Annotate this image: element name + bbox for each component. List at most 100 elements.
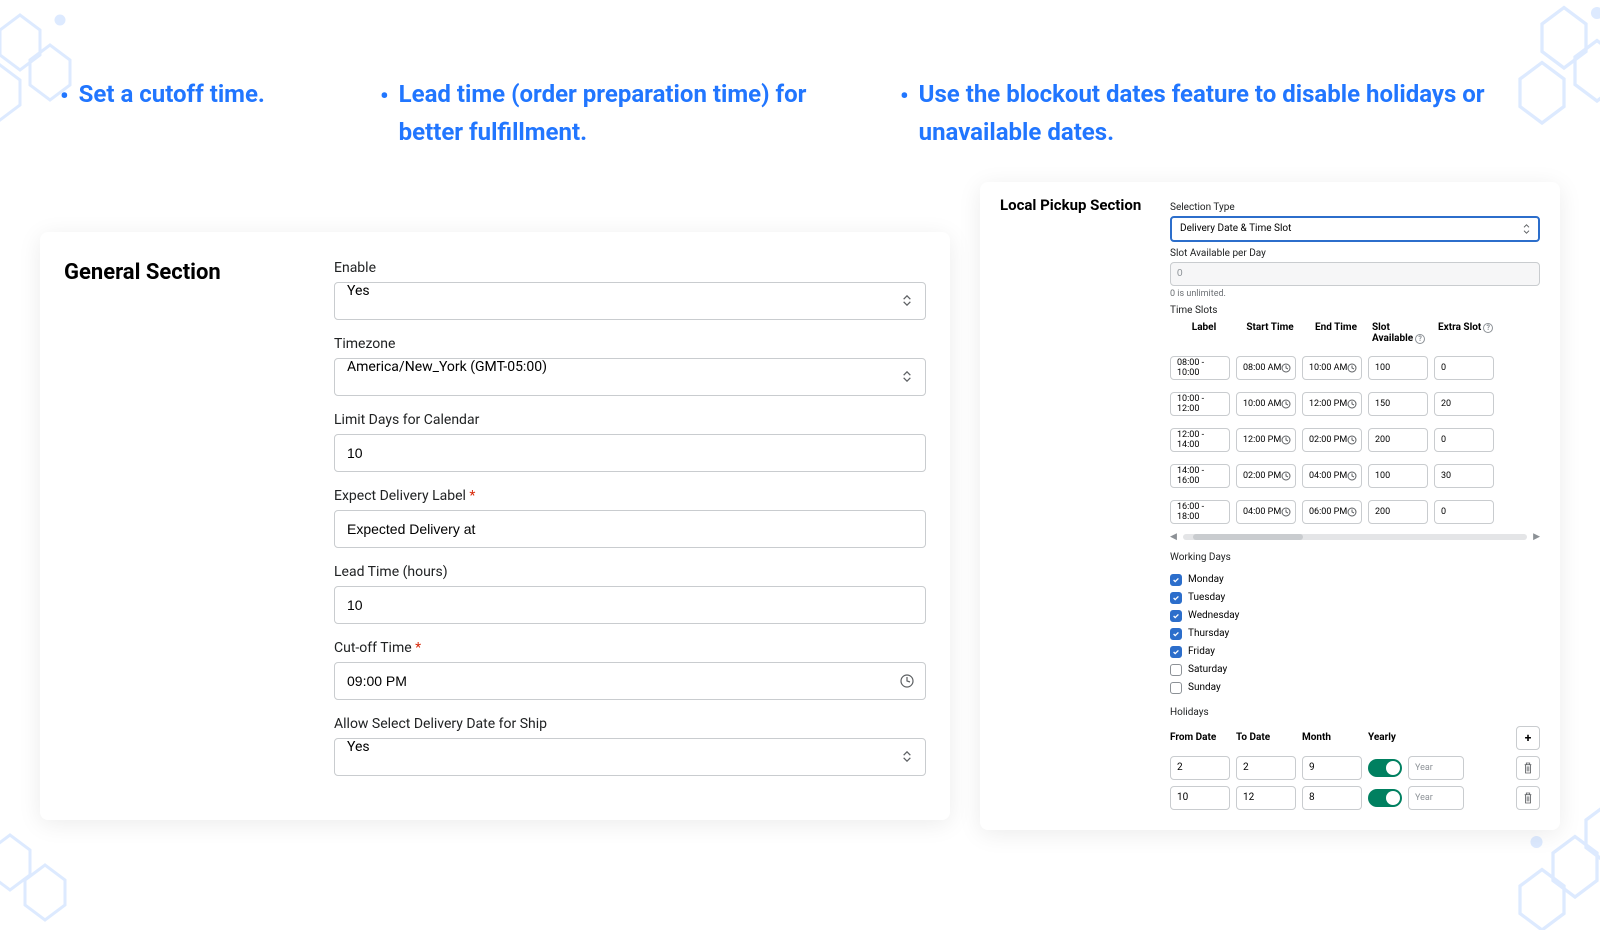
- day-row: Saturday: [1170, 661, 1540, 679]
- slot-row: 08:00 - 10:0008:00 AM10:00 AM1000: [1170, 356, 1540, 380]
- slot-end-input[interactable]: 12:00 PM: [1302, 392, 1362, 416]
- slot-start-input[interactable]: 12:00 PM: [1236, 428, 1296, 452]
- slot-available-input[interactable]: 150: [1368, 392, 1428, 416]
- allow-ship-select[interactable]: Yes: [334, 738, 926, 776]
- bullet-text: Lead time (order preparation time) for b…: [399, 75, 860, 152]
- selection-type-label: Selection Type: [1170, 202, 1540, 213]
- selection-type-select[interactable]: Delivery Date & Time Slot: [1170, 216, 1540, 242]
- general-section-panel: General Section Enable Yes Timezone Amer…: [40, 232, 950, 820]
- slot-label-input[interactable]: 14:00 - 16:00: [1170, 464, 1230, 488]
- day-label: Tuesday: [1188, 592, 1225, 603]
- day-checkbox[interactable]: [1170, 682, 1182, 694]
- general-section-title: General Section: [64, 260, 304, 792]
- slot-end-input[interactable]: 06:00 PM: [1302, 500, 1362, 524]
- working-days-label: Working Days: [1170, 552, 1540, 563]
- holiday-from-input[interactable]: 2: [1170, 756, 1230, 780]
- scroll-right-icon[interactable]: ▶: [1533, 532, 1540, 542]
- slot-extra-input[interactable]: 0: [1434, 356, 1494, 380]
- slot-available-input[interactable]: 200: [1368, 428, 1428, 452]
- clock-icon: [1347, 471, 1357, 481]
- clock-icon: [1347, 363, 1357, 373]
- slot-start-input[interactable]: 10:00 AM: [1236, 392, 1296, 416]
- limit-days-input[interactable]: [334, 434, 926, 472]
- clock-icon: [1281, 435, 1291, 445]
- slot-start-input[interactable]: 02:00 PM: [1236, 464, 1296, 488]
- day-row: Tuesday: [1170, 589, 1540, 607]
- day-checkbox[interactable]: [1170, 628, 1182, 640]
- holiday-to-input[interactable]: 2: [1236, 756, 1296, 780]
- slot-available-input[interactable]: 200: [1368, 500, 1428, 524]
- day-row: Sunday: [1170, 679, 1540, 697]
- help-icon[interactable]: ?: [1415, 334, 1425, 344]
- holiday-from-input[interactable]: 10: [1170, 786, 1230, 810]
- decoration-hexagons: [1410, 0, 1600, 200]
- holiday-yearly-toggle[interactable]: [1368, 789, 1402, 807]
- slot-end-input[interactable]: 02:00 PM: [1302, 428, 1362, 452]
- help-icon[interactable]: ?: [1483, 323, 1493, 333]
- day-row: Friday: [1170, 643, 1540, 661]
- holiday-to-input[interactable]: 12: [1236, 786, 1296, 810]
- day-checkbox[interactable]: [1170, 664, 1182, 676]
- decoration-hexagons: [1410, 710, 1600, 930]
- slot-end-input[interactable]: 04:00 PM: [1302, 464, 1362, 488]
- local-pickup-title: Local Pickup Section: [1000, 196, 1150, 802]
- enable-label: Enable: [334, 260, 926, 276]
- expect-delivery-input[interactable]: [334, 510, 926, 548]
- clock-icon: [1347, 435, 1357, 445]
- clock-icon: [1281, 471, 1291, 481]
- enable-select[interactable]: Yes: [334, 282, 926, 320]
- clock-icon: [1347, 507, 1357, 517]
- clock-icon: [1281, 507, 1291, 517]
- clock-icon: [1281, 363, 1291, 373]
- day-label: Saturday: [1188, 664, 1227, 675]
- clock-icon: [1281, 399, 1291, 409]
- limit-days-label: Limit Days for Calendar: [334, 412, 926, 428]
- day-checkbox[interactable]: [1170, 592, 1182, 604]
- slot-label-input[interactable]: 12:00 - 14:00: [1170, 428, 1230, 452]
- slots-table-header: Label Start Time End Time Slot Available…: [1170, 322, 1540, 344]
- day-checkbox[interactable]: [1170, 574, 1182, 586]
- slot-start-input[interactable]: 04:00 PM: [1236, 500, 1296, 524]
- slots-scrollbar[interactable]: ◀ ▶: [1170, 532, 1540, 542]
- scroll-left-icon[interactable]: ◀: [1170, 532, 1177, 542]
- slot-extra-input[interactable]: 30: [1434, 464, 1494, 488]
- holiday-month-input[interactable]: 9: [1302, 756, 1362, 780]
- day-label: Thursday: [1188, 628, 1229, 639]
- day-label: Friday: [1188, 646, 1215, 657]
- cutoff-time-input[interactable]: [334, 662, 926, 700]
- slot-start-input[interactable]: 08:00 AM: [1236, 356, 1296, 380]
- clock-icon: [1347, 399, 1357, 409]
- day-row: Monday: [1170, 571, 1540, 589]
- decoration-hexagons: [0, 730, 170, 930]
- slot-row: 12:00 - 14:0012:00 PM02:00 PM2000: [1170, 428, 1540, 452]
- slot-end-input[interactable]: 10:00 AM: [1302, 356, 1362, 380]
- slot-row: 14:00 - 16:0002:00 PM04:00 PM10030: [1170, 464, 1540, 488]
- slot-available-input[interactable]: 100: [1368, 464, 1428, 488]
- slot-available-input[interactable]: 100: [1368, 356, 1428, 380]
- slot-label-input[interactable]: 16:00 - 18:00: [1170, 500, 1230, 524]
- time-slots-label: Time Slots: [1170, 305, 1540, 316]
- allow-ship-label: Allow Select Delivery Date for Ship: [334, 716, 926, 732]
- timezone-select[interactable]: America/New_York (GMT-05:00): [334, 358, 926, 396]
- timezone-label: Timezone: [334, 336, 926, 352]
- decoration-hexagons: [0, 0, 170, 180]
- day-label: Sunday: [1188, 682, 1221, 693]
- holiday-month-input[interactable]: 8: [1302, 786, 1362, 810]
- lead-time-input[interactable]: [334, 586, 926, 624]
- slot-extra-input[interactable]: 0: [1434, 500, 1494, 524]
- holiday-yearly-toggle[interactable]: [1368, 759, 1402, 777]
- day-checkbox[interactable]: [1170, 646, 1182, 658]
- cutoff-label: Cut-off Time *: [334, 640, 926, 656]
- slot-per-day-input[interactable]: [1170, 262, 1540, 286]
- day-checkbox[interactable]: [1170, 610, 1182, 622]
- slot-extra-input[interactable]: 20: [1434, 392, 1494, 416]
- slot-extra-input[interactable]: 0: [1434, 428, 1494, 452]
- day-label: Monday: [1188, 574, 1224, 585]
- slot-row: 10:00 - 12:0010:00 AM12:00 PM15020: [1170, 392, 1540, 416]
- slot-label-input[interactable]: 08:00 - 10:00: [1170, 356, 1230, 380]
- slot-per-day-label: Slot Available per Day: [1170, 248, 1540, 259]
- chevron-updown-icon: [1523, 224, 1530, 234]
- day-label: Wednesday: [1188, 610, 1239, 621]
- slot-label-input[interactable]: 10:00 - 12:00: [1170, 392, 1230, 416]
- day-row: Wednesday: [1170, 607, 1540, 625]
